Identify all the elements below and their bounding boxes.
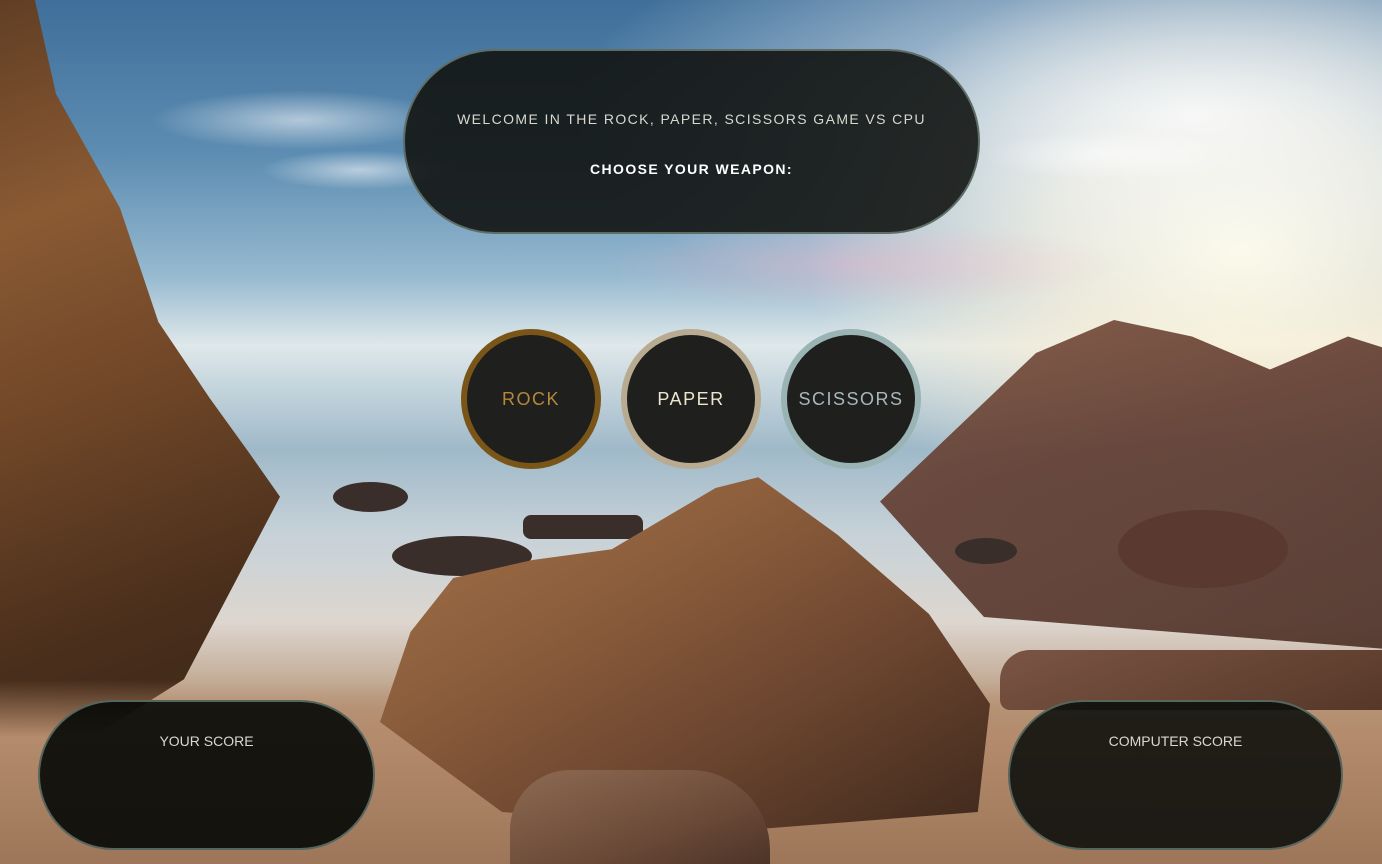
small-rock bbox=[523, 515, 643, 539]
computer-score-panel: COMPUTER SCORE bbox=[1008, 700, 1343, 850]
small-rock bbox=[1118, 510, 1288, 588]
scissors-button[interactable]: SCISSORS bbox=[781, 329, 921, 469]
paper-button[interactable]: PAPER bbox=[621, 329, 761, 469]
small-rock bbox=[955, 538, 1017, 564]
computer-score-label: COMPUTER SCORE bbox=[1108, 733, 1243, 749]
rock-button[interactable]: ROCK bbox=[461, 329, 601, 469]
choose-weapon-prompt: CHOOSE YOUR WEAPON: bbox=[590, 161, 793, 177]
your-score-label: YOUR SCORE bbox=[159, 733, 254, 749]
welcome-text: WELCOME IN THE ROCK, PAPER, SCISSORS GAM… bbox=[457, 111, 926, 127]
your-score-panel: YOUR SCORE bbox=[38, 700, 375, 850]
cloud bbox=[980, 130, 1240, 180]
welcome-panel: WELCOME IN THE ROCK, PAPER, SCISSORS GAM… bbox=[403, 49, 980, 234]
foreground-rock bbox=[510, 770, 770, 864]
small-rock bbox=[333, 482, 408, 512]
